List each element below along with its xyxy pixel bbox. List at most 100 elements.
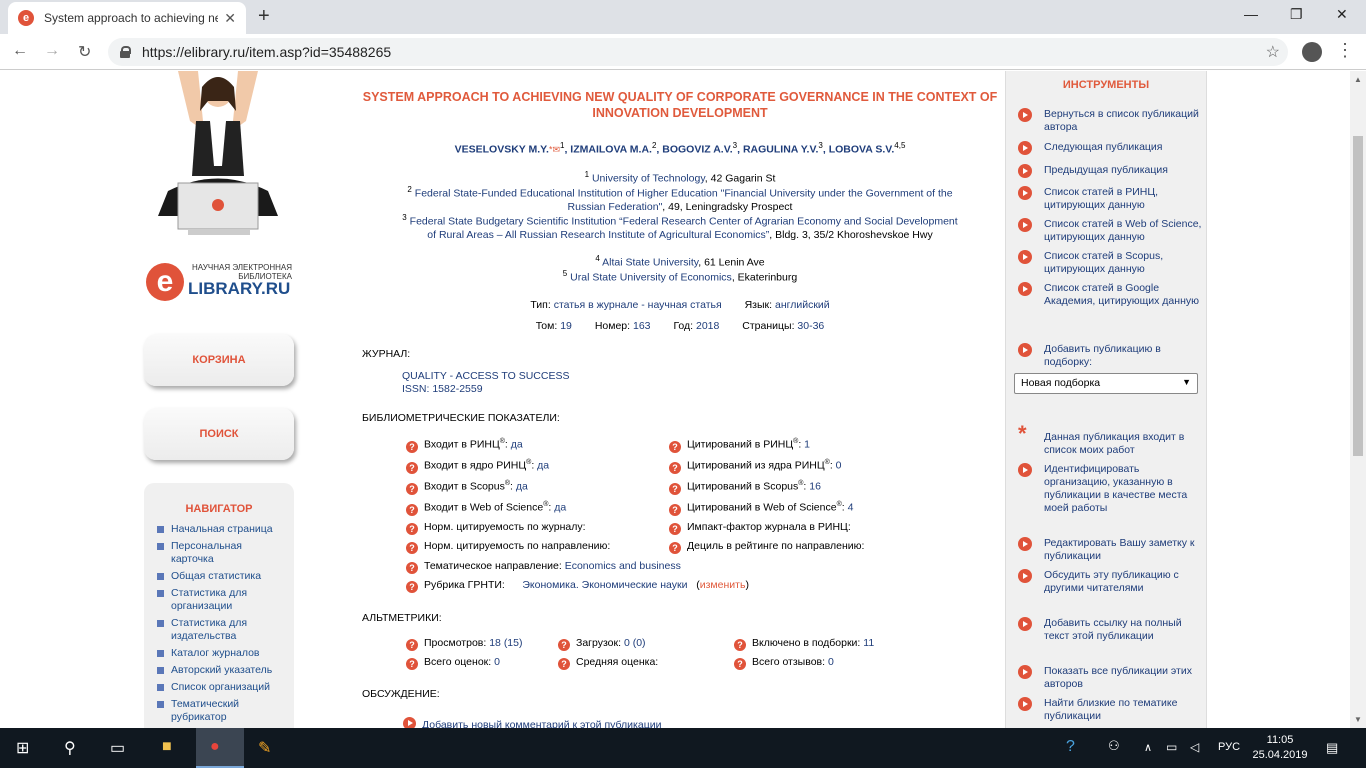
tool-previous[interactable]: Предыдущая публикация <box>1018 164 1204 178</box>
logo-letter: e <box>146 263 184 301</box>
nav-item-home[interactable]: Начальная страница <box>144 523 294 536</box>
forward-icon[interactable]: → <box>44 42 60 60</box>
chrome-taskbar-item[interactable] <box>196 728 244 768</box>
search-icon[interactable]: ⚲ <box>64 738 76 758</box>
nav-item-journal-catalog[interactable]: Каталог журналов <box>144 647 294 660</box>
bookmark-star-icon[interactable]: ☆ <box>1266 42 1280 62</box>
browser-tab[interactable]: e System approach to achieving ne ✕ <box>8 2 246 34</box>
tool-google-citations[interactable]: Список статей в Google Академия, цитирую… <box>1018 282 1204 308</box>
nav-item-org-stats[interactable]: Статистика для организации <box>144 587 294 613</box>
chrome-icon[interactable]: ● <box>210 738 220 756</box>
nav-item-rubricator[interactable]: Тематический рубрикатор <box>144 698 294 724</box>
minimize-icon[interactable]: — <box>1244 6 1258 22</box>
reload-icon[interactable]: ↻ <box>78 42 91 62</box>
help-icon[interactable]: ? <box>406 523 418 535</box>
nav-item-general-stats[interactable]: Общая статистика <box>144 570 294 583</box>
new-tab-icon[interactable]: + <box>258 6 270 26</box>
year-value: 2018 <box>696 320 720 332</box>
tool-add-to-collection[interactable]: Добавить публикацию в подборку: <box>1018 343 1204 369</box>
cart-button[interactable]: КОРЗИНА <box>144 334 294 386</box>
help-icon[interactable]: ? <box>406 562 418 574</box>
alt-views: ? Просмотров: 18 (15) <box>406 637 523 651</box>
chevron-up-icon[interactable]: ∧ <box>1144 741 1152 754</box>
number-link[interactable]: 163 <box>633 320 651 332</box>
file-explorer-icon[interactable]: ■ <box>162 738 172 756</box>
journal-link[interactable]: QUALITY - ACCESS TO SUCCESS <box>402 370 569 382</box>
author-link[interactable]: RAGULINA Y.V. <box>743 144 818 156</box>
scroll-up-icon[interactable]: ▲ <box>1354 75 1362 84</box>
close-tab-icon[interactable]: ✕ <box>224 10 236 27</box>
keyboard-language[interactable]: РУС <box>1218 741 1240 753</box>
help-icon[interactable]: ? <box>406 440 418 453</box>
help-icon[interactable]: ? <box>406 581 418 593</box>
nav-item-author-index[interactable]: Авторский указатель <box>144 664 294 677</box>
author-link[interactable]: LOBOVA S.V. <box>829 144 895 156</box>
scroll-down-icon[interactable]: ▼ <box>1354 715 1362 724</box>
profile-avatar-icon[interactable] <box>1302 42 1322 62</box>
tool-my-works[interactable]: * Данная публикация входит в список моих … <box>1018 423 1204 457</box>
volume-link[interactable]: 19 <box>560 320 572 332</box>
tool-discuss[interactable]: Обсудить эту публикацию с другими читате… <box>1018 569 1204 595</box>
maximize-icon[interactable]: ❐ <box>1290 6 1303 23</box>
system-clock[interactable]: 11:05 25.04.2019 <box>1250 733 1310 763</box>
notifications-icon[interactable]: ▤ <box>1326 740 1338 756</box>
help-icon[interactable]: ? <box>669 503 681 516</box>
help-icon[interactable]: ? <box>669 542 681 554</box>
help-icon[interactable]: ? <box>669 440 681 453</box>
help-icon[interactable]: ? <box>406 542 418 554</box>
help-icon[interactable]: ? <box>669 523 681 535</box>
help-icon[interactable]: ? <box>406 658 418 670</box>
elibrary-logo[interactable]: e НАУЧНАЯ ЭЛЕКТРОННАЯ БИБЛИОТЕКА LIBRARY… <box>146 259 296 304</box>
help-icon[interactable]: ? <box>669 482 681 495</box>
collection-select[interactable]: Новая подборка ▼ <box>1014 373 1198 394</box>
help-icon[interactable]: ? <box>734 639 746 651</box>
page-scrollbar[interactable]: ▲ ▼ <box>1350 71 1366 728</box>
author-link[interactable]: VESELOVSKY M.Y. <box>455 144 549 156</box>
tool-edit-note[interactable]: Редактировать Вашу заметку к публикации <box>1018 537 1204 563</box>
tool-identify-org[interactable]: Идентифицировать организацию, указанную … <box>1018 463 1204 515</box>
volume-icon[interactable]: ◁ <box>1190 740 1199 754</box>
tool-next[interactable]: Следующая публикация <box>1018 141 1204 155</box>
author-link[interactable]: IZMAILOVA M.A. <box>570 144 652 156</box>
search-button[interactable]: ПОИСК <box>144 408 294 460</box>
paint-icon[interactable]: ✎ <box>258 738 271 758</box>
help-icon[interactable]: ? <box>406 482 418 495</box>
add-comment-link[interactable]: Добавить новый комментарий к этой публик… <box>422 719 661 728</box>
help-tray-icon[interactable]: ? <box>1066 738 1075 756</box>
tool-rinc-citations[interactable]: Список статей в РИНЦ, цитирующих данную <box>1018 186 1204 212</box>
window-close-icon[interactable]: ✕ <box>1336 6 1348 23</box>
help-icon[interactable]: ? <box>406 461 418 474</box>
help-icon[interactable]: ? <box>558 639 570 651</box>
affiliation-link[interactable]: Ural State University of Economics <box>570 272 732 284</box>
author-link[interactable]: BOGOVIZ A.V. <box>662 144 732 156</box>
asterisk-mail-icon[interactable]: *✉ <box>549 145 560 155</box>
nav-item-personal-card[interactable]: Персональная карточка <box>144 540 294 566</box>
task-view-icon[interactable]: ▭ <box>110 738 125 758</box>
back-icon[interactable]: ← <box>12 42 28 60</box>
change-rubric-link[interactable]: изменить <box>700 579 746 591</box>
omnibox[interactable]: https://elibrary.ru/item.asp?id=35488265… <box>108 38 1288 66</box>
windows-start-icon[interactable]: ⊞ <box>16 738 29 758</box>
help-icon[interactable]: ? <box>406 639 418 651</box>
scroll-thumb[interactable] <box>1353 136 1363 456</box>
metric-decile: ? Дециль в рейтинге по направлению: <box>669 540 864 554</box>
alt-value-link[interactable]: 11 <box>863 637 874 649</box>
help-icon[interactable]: ? <box>734 658 746 670</box>
help-icon[interactable]: ? <box>669 461 681 474</box>
tool-scopus-citations[interactable]: Список статей в Scopus, цитирующих данну… <box>1018 250 1204 276</box>
nav-item-org-list[interactable]: Список организаций <box>144 681 294 694</box>
nav-item-publisher-stats[interactable]: Статистика для издательства <box>144 617 294 643</box>
metric-value-link[interactable]: 1 <box>804 439 810 451</box>
tool-add-fulltext-link[interactable]: Добавить ссылку на полный текст этой пуб… <box>1018 617 1204 643</box>
tool-similar-publications[interactable]: Найти близкие по тематике публикации <box>1018 697 1204 723</box>
browser-menu-icon[interactable]: ⋮ <box>1336 40 1354 61</box>
help-icon[interactable]: ? <box>406 503 418 516</box>
people-icon[interactable]: ⚇ <box>1108 738 1120 754</box>
help-icon[interactable]: ? <box>558 658 570 670</box>
metric-value-link[interactable]: 4 <box>848 502 854 514</box>
metric-value-link[interactable]: 16 <box>809 481 821 493</box>
network-icon[interactable]: ▭ <box>1166 740 1177 754</box>
tool-authors-publications[interactable]: Показать все публикации этих авторов <box>1018 665 1204 691</box>
tool-back-to-author[interactable]: Вернуться в список публикаций автора <box>1018 108 1204 134</box>
tool-wos-citations[interactable]: Список статей в Web of Science, цитирующ… <box>1018 218 1204 244</box>
